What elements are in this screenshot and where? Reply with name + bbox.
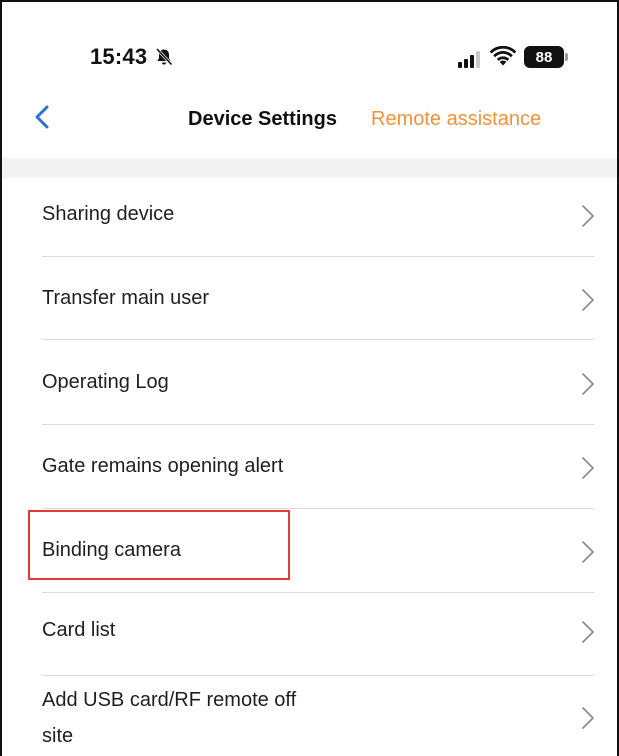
chevron-right-icon [582,205,594,227]
list-item-label: Gate remains opening alert [42,455,284,477]
cellular-signal-icon [458,51,480,68]
list-item-add-usb-card[interactable]: Add USB card/RF remote off site [2,678,617,756]
navigation-bar: Device Settings Remote assistance [2,92,617,148]
phone-screen: 15:43 88 Device Settings Remote assistan… [0,0,619,756]
section-separator [2,158,617,178]
divider [42,675,595,676]
divider [42,592,595,593]
list-item-sharing-device[interactable]: Sharing device [2,178,617,258]
list-item-label: Binding camera [42,539,181,561]
list-item-label: Sharing device [42,203,175,225]
battery-indicator: 88 [524,46,564,68]
status-bar: 15:43 88 [2,2,617,82]
chevron-right-icon [582,289,594,311]
divider [42,339,595,340]
status-time: 15:43 [90,44,148,69]
list-item-transfer-main-user[interactable]: Transfer main user [2,258,617,342]
bell-slash-icon [155,47,173,66]
page-title: Device Settings [188,108,337,130]
list-item-gate-alert[interactable]: Gate remains opening alert [2,426,617,510]
chevron-right-icon [582,373,594,395]
list-item-operating-log[interactable]: Operating Log [2,342,617,426]
wifi-icon [490,46,516,66]
divider [42,256,595,257]
divider [42,424,595,425]
list-item-label: Card list [42,619,116,641]
divider [42,508,595,509]
list-item-label: Transfer main user [42,287,210,309]
chevron-right-icon [582,707,594,729]
chevron-left-icon[interactable] [32,104,54,130]
battery-tip [565,53,568,61]
list-item-binding-camera[interactable]: Binding camera [2,510,617,594]
remote-assistance-link[interactable]: Remote assistance [371,108,541,131]
list-item-card-list[interactable]: Card list [2,594,617,678]
chevron-right-icon [582,541,594,563]
chevron-right-icon [582,457,594,479]
list-item-label: Operating Log [42,371,169,393]
list-item-label: Add USB card/RF remote off site [42,689,297,747]
chevron-right-icon [582,621,594,643]
